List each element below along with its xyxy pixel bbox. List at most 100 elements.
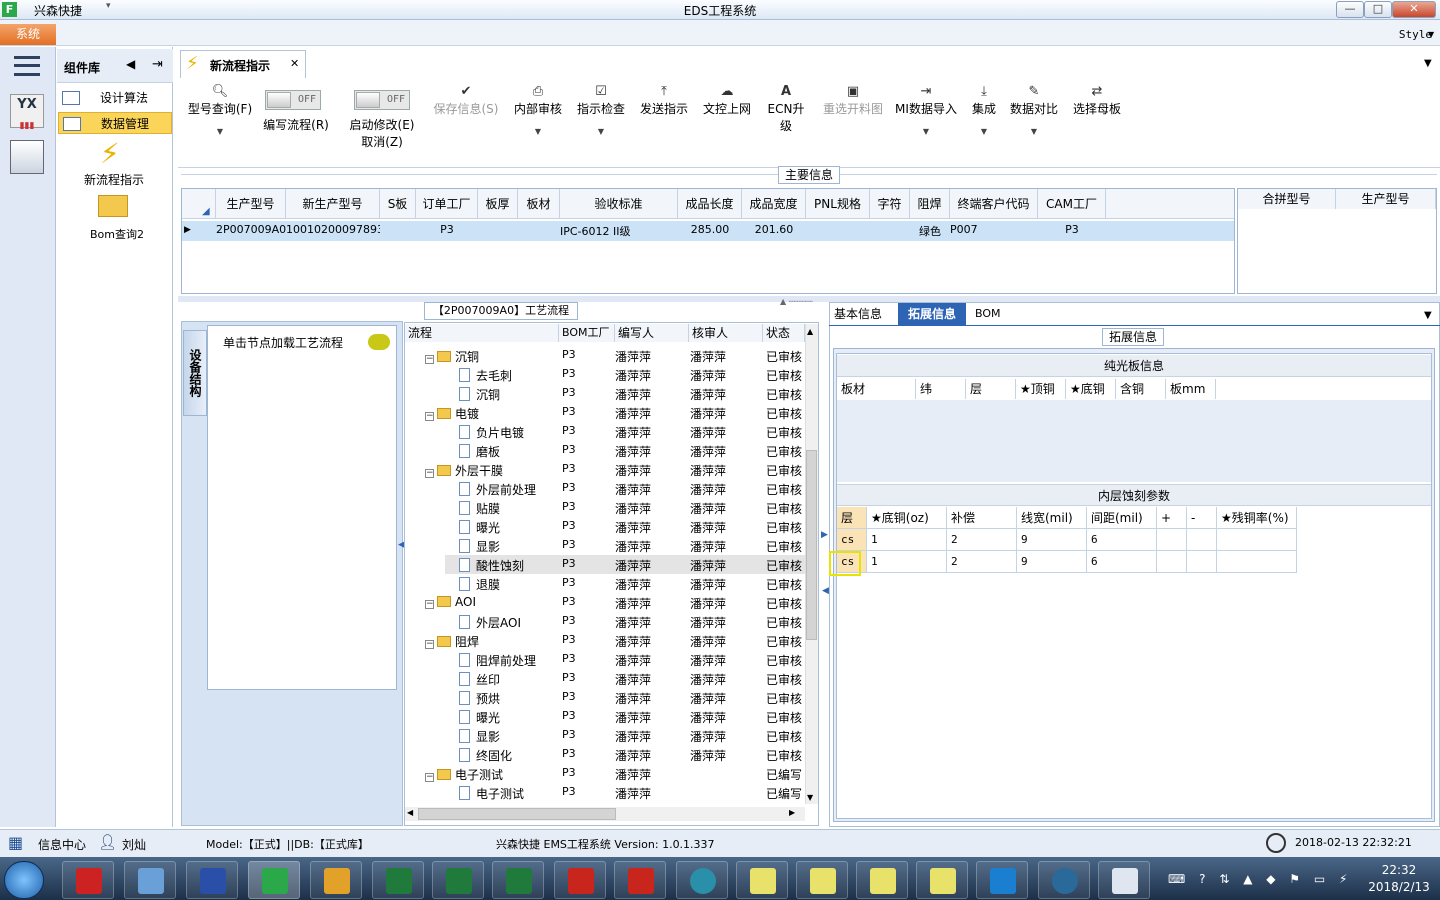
scroll-down-icon[interactable]: ▼ <box>807 793 813 802</box>
tree-node[interactable]: 显影 <box>459 728 500 745</box>
main-col-header[interactable]: 字符 <box>870 189 910 219</box>
main-row-cell[interactable]: 绿色 <box>910 223 950 239</box>
main-row-cell[interactable]: 2P007009A0 <box>216 223 286 236</box>
tree-col-header[interactable]: 编写人 <box>615 324 689 342</box>
dropdown-arrow-icon[interactable]: ▼ <box>574 127 628 136</box>
tree-node[interactable]: − 阻焊 <box>425 633 479 650</box>
main-col-header[interactable]: 订单工厂 <box>416 189 478 219</box>
inner-etch-col-header[interactable]: ★底铜(oz) <box>867 507 947 529</box>
main-row-cell[interactable]: 285.00 <box>678 223 742 236</box>
equipment-structure-tab[interactable]: 设备结构 <box>183 330 207 416</box>
scroll-left-icon[interactable]: ◀ <box>407 808 413 817</box>
system-tray-icons[interactable]: ⌨ ? ⇅ ▲ ◆ ⚑ ▭ ⚡ <box>1168 872 1352 886</box>
doc-control-online-button[interactable]: ☁ 文控上网 <box>700 84 754 117</box>
inner-etch-cell[interactable]: 2 <box>947 551 1017 573</box>
tree-row[interactable]: 曝光 P3 潘萍萍 潘萍萍 已审核 <box>405 707 807 726</box>
integrate-button[interactable]: ⤓ 集成 ▼ <box>968 84 1000 136</box>
inner-etch-col-header[interactable]: + <box>1157 507 1187 529</box>
inner-etch-cell[interactable]: 6 <box>1087 529 1157 551</box>
tree-row[interactable]: 预烘 P3 潘萍萍 潘萍萍 已审核 <box>405 688 807 707</box>
inner-etch-col-header[interactable]: 层 <box>837 507 867 529</box>
taskbar-app-window[interactable] <box>856 861 908 899</box>
taskbar-app-window[interactable] <box>736 861 788 899</box>
inner-etch-cell[interactable] <box>1187 529 1217 551</box>
inner-etch-cell[interactable]: 1 <box>867 529 947 551</box>
windows-grid-icon[interactable]: ▦ <box>8 833 30 853</box>
tree-node[interactable]: − 电子测试 <box>425 766 503 783</box>
tool-bom-query-label[interactable]: Bom查询2 <box>90 226 144 242</box>
tree-node[interactable]: − AOI <box>425 595 476 609</box>
tab-basic-info[interactable]: 基本信息 <box>834 305 882 325</box>
tree-row[interactable]: 外层前处理 P3 潘萍萍 潘萍萍 已审核 <box>405 479 807 498</box>
close-button[interactable]: ✕ <box>1392 1 1436 18</box>
scroll-right-icon[interactable]: ▶ <box>789 808 795 817</box>
tree-node[interactable]: 退膜 <box>459 576 500 593</box>
collapse-node-icon[interactable]: − <box>425 412 434 421</box>
taskbar-clock[interactable]: 22:32 2018/2/13 <box>1362 862 1436 896</box>
dropdown-arrow-icon[interactable]: ▼ <box>512 127 564 136</box>
tree-row[interactable]: − 电子测试 P3 潘萍萍 已编写 <box>405 764 807 783</box>
close-tab-icon[interactable]: ✕ <box>290 57 299 70</box>
inner-etch-col-header[interactable]: 补偿 <box>947 507 1017 529</box>
tree-node[interactable]: 预烘 <box>459 690 500 707</box>
tree-node[interactable]: 磨板 <box>459 443 500 460</box>
tab-list-dropdown-icon[interactable]: ▼ <box>1424 310 1432 321</box>
taskbar-app-viewer[interactable] <box>676 861 728 899</box>
data-compare-button[interactable]: ✎ 数据对比 ▼ <box>1008 84 1060 136</box>
plain-board-col-header[interactable]: ★底铜 <box>1066 379 1116 399</box>
tree-node[interactable]: 曝光 <box>459 709 500 726</box>
main-col-header[interactable]: 成品长度 <box>678 189 742 219</box>
tree-node[interactable]: 丝印 <box>459 671 500 688</box>
plain-board-col-header[interactable]: 板mm <box>1166 379 1216 399</box>
taskbar-app-eds[interactable] <box>248 861 300 899</box>
system-menu-tab[interactable]: 系统 <box>0 24 56 45</box>
inner-etch-col-header[interactable]: 间距(mil) <box>1087 507 1157 529</box>
tree-node[interactable]: 显影 <box>459 538 500 555</box>
tree-row[interactable]: − 沉铜 P3 潘萍萍 潘萍萍 已审核 <box>405 346 807 365</box>
collapse-panel-icon[interactable]: ◀ <box>822 586 829 596</box>
internal-review-button[interactable]: ⎙ 内部审核 ▼ <box>512 84 564 136</box>
main-row-cell[interactable]: 201.60 <box>742 223 806 236</box>
main-row-cell[interactable]: P3 <box>416 223 478 236</box>
taskbar-app-window[interactable] <box>796 861 848 899</box>
tree-col-header[interactable]: 核审人 <box>689 324 763 342</box>
write-flow-toggle[interactable]: OFF <box>265 90 321 110</box>
tree-row[interactable]: 酸性蚀刻 P3 潘萍萍 潘萍萍 已审核 <box>405 555 807 574</box>
inner-etch-cell[interactable]: 9 <box>1017 551 1087 573</box>
mi-data-import-button[interactable]: ⇥ MI数据导入 ▼ <box>894 84 958 136</box>
tree-row[interactable]: − 电镀 P3 潘萍萍 潘萍萍 已审核 <box>405 403 807 422</box>
tree-node[interactable]: 电子测试 <box>459 785 524 802</box>
minimize-button[interactable]: — <box>1336 1 1364 18</box>
inner-etch-cell[interactable]: 1 <box>867 551 947 573</box>
tree-row[interactable]: 贴膜 P3 潘萍萍 潘萍萍 已审核 <box>405 498 807 517</box>
tree-vertical-scroll-thumb[interactable] <box>806 450 817 640</box>
tree-node[interactable]: 曝光 <box>459 519 500 536</box>
tree-node[interactable]: 终固化 <box>459 747 512 764</box>
instruction-check-button[interactable]: ☑ 指示检查 ▼ <box>574 84 628 136</box>
inner-etch-cell[interactable]: 2 <box>947 529 1017 551</box>
start-modify-toggle[interactable]: OFF <box>354 90 410 110</box>
hamburger-menu-icon[interactable] <box>14 56 40 76</box>
splitter-grip-icon[interactable]: ▲ ┄┄┄┄┄ <box>780 297 813 306</box>
tree-node[interactable]: 去毛刺 <box>459 367 512 384</box>
yx-factory-icon[interactable]: YX ▮▮▮ <box>10 94 44 131</box>
main-row-cell[interactable]: 10010200097893 <box>286 223 380 236</box>
tree-row[interactable]: − 阻焊 P3 潘萍萍 潘萍萍 已审核 <box>405 631 807 650</box>
taskbar-app-pdf[interactable] <box>554 861 606 899</box>
component-item-data-management[interactable]: 数据管理 <box>58 112 172 134</box>
expand-panel-icon[interactable]: ▶ <box>821 530 828 540</box>
taskbar-app-save[interactable] <box>186 861 238 899</box>
collapse-node-icon[interactable]: − <box>425 355 434 364</box>
tree-row[interactable]: − AOI P3 潘萍萍 潘萍萍 已审核 <box>405 593 807 612</box>
tree-row[interactable]: 显影 P3 潘萍萍 潘萍萍 已审核 <box>405 726 807 745</box>
lightning-icon[interactable]: ⚡ <box>100 137 120 170</box>
inner-etch-cell[interactable] <box>1217 529 1297 551</box>
calculator-icon[interactable] <box>10 140 44 174</box>
tree-row[interactable]: − 外层干膜 P3 潘萍萍 潘萍萍 已审核 <box>405 460 807 479</box>
tree-horizontal-scroll-thumb[interactable] <box>418 808 616 820</box>
tab-extended-info[interactable]: 拓展信息 <box>898 303 966 325</box>
main-col-header[interactable]: 阻焊 <box>910 189 950 219</box>
taskbar-app-pdf[interactable] <box>614 861 666 899</box>
tool-new-flow-label[interactable]: 新流程指示 <box>84 171 144 188</box>
ecn-upgrade-button[interactable]: A ECN升级 <box>762 84 810 134</box>
